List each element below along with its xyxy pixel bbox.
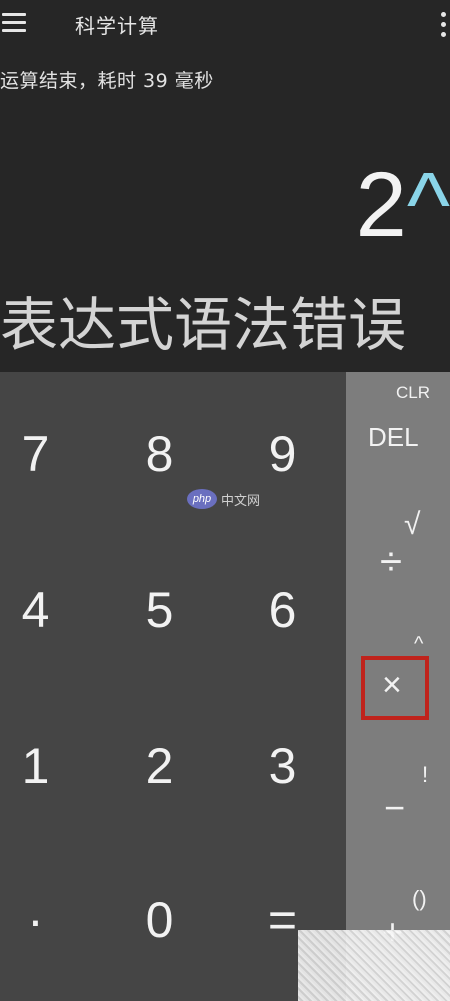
key-5[interactable]: 5 [102, 532, 217, 688]
clr-button[interactable]: CLR [396, 384, 430, 401]
key-7[interactable]: 7 [0, 376, 93, 532]
expression-number: 2 [355, 154, 407, 256]
php-logo-icon: php [187, 489, 217, 509]
power-button[interactable]: ^ [414, 634, 423, 654]
multiply-button[interactable]: × [382, 668, 402, 702]
watermark-text: 中文网 [221, 493, 261, 509]
key-decimal[interactable]: · [0, 842, 93, 998]
app-title: 科学计算 [75, 14, 159, 38]
key-4[interactable]: 4 [0, 532, 93, 688]
app-bar: 科学计算 [0, 0, 450, 52]
key-3[interactable]: 3 [225, 688, 340, 844]
hamburger-menu-icon[interactable] [2, 13, 26, 33]
expression-operator: ^ [406, 154, 450, 256]
minus-button[interactable]: − [384, 790, 405, 826]
expression-display: 2^ [356, 150, 450, 260]
status-message: 运算结束，耗时 39 毫秒 [0, 70, 214, 92]
watermark: php 中文网 [187, 489, 260, 509]
key-1[interactable]: 1 [0, 688, 93, 844]
del-button[interactable]: DEL [368, 424, 419, 450]
numpad: 7 8 9 4 5 6 1 2 3 · 0 = [0, 372, 346, 1001]
divide-button[interactable]: ÷ [380, 542, 402, 582]
corner-artifact [298, 930, 450, 1001]
more-vertical-icon[interactable] [439, 12, 447, 38]
key-2[interactable]: 2 [102, 688, 217, 844]
key-6[interactable]: 6 [225, 532, 340, 688]
operator-pad: CLR DEL √ ÷ ^ × ! − () + [346, 372, 450, 1001]
parentheses-button[interactable]: () [412, 888, 427, 910]
sqrt-button[interactable]: √ [404, 510, 420, 540]
key-0[interactable]: 0 [102, 842, 217, 998]
result-display: 表达式语法错误 [0, 291, 407, 359]
factorial-button[interactable]: ! [422, 764, 428, 786]
